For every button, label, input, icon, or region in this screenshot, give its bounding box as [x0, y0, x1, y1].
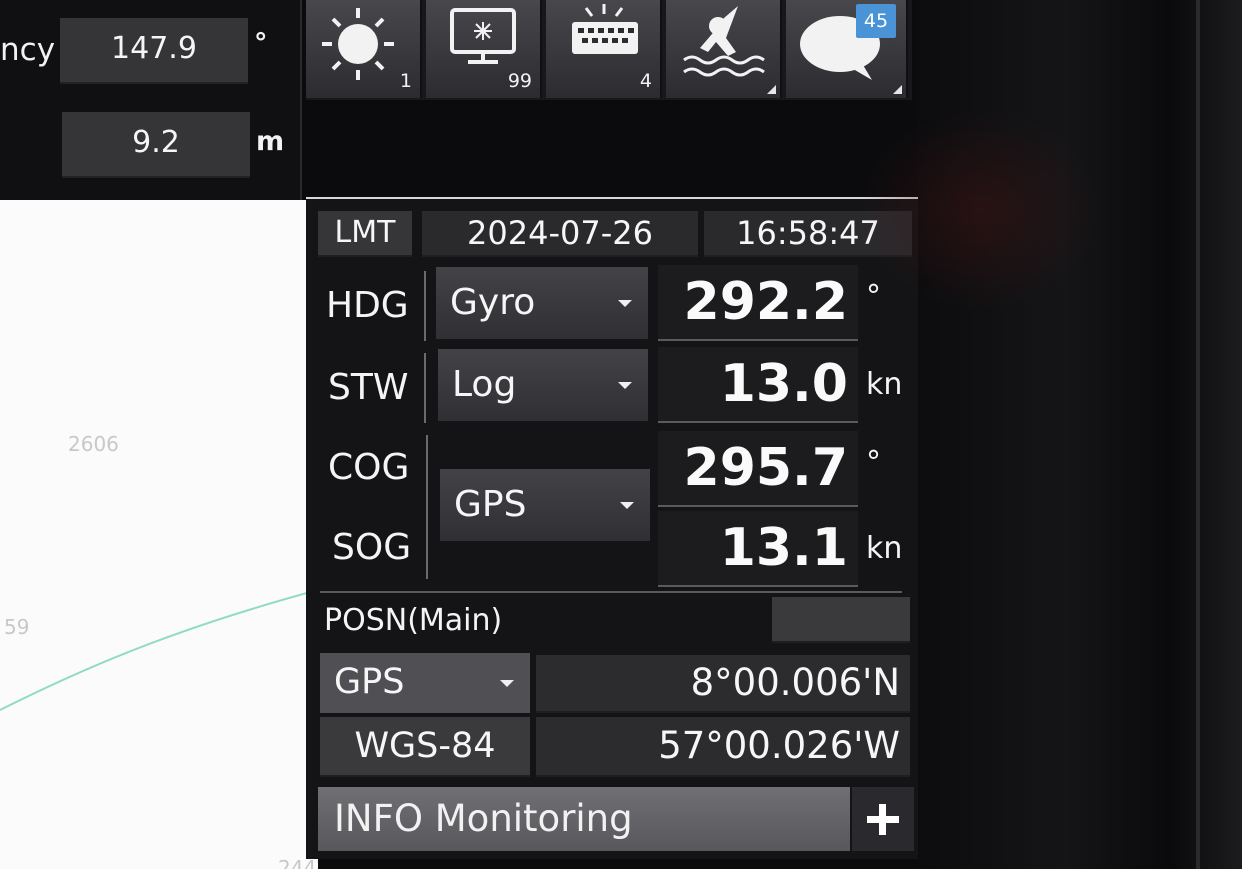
readout-label: ncy [0, 32, 56, 68]
chart-area[interactable]: 2606 59 2442 [0, 200, 318, 869]
man-overboard-button[interactable] [666, 0, 782, 98]
corner-indicator [893, 85, 902, 94]
corner-indicator [767, 85, 776, 94]
position-source-value: GPS [334, 662, 405, 702]
chevron-down-icon [620, 502, 634, 509]
position-source-dropdown[interactable]: GPS [320, 653, 530, 713]
sog-unit: kn [866, 531, 903, 566]
brightness-count: 1 [399, 70, 412, 92]
messages-button[interactable]: 45 [786, 0, 908, 98]
depth-label: 2606 [68, 432, 119, 456]
stw-label: STW [328, 367, 409, 408]
chevron-down-icon [500, 680, 514, 687]
chevron-down-icon [618, 300, 632, 307]
chevron-down-icon [618, 382, 632, 389]
display-button[interactable]: 99 [426, 0, 542, 98]
bezel-reflection [860, 110, 1100, 310]
depth-unit: m [256, 126, 285, 157]
hdg-source-value: Gyro [450, 282, 536, 323]
longitude-value: 57°00.026'W [536, 717, 910, 777]
latitude-value: 8°00.006'N [536, 655, 910, 713]
brightness-button[interactable]: 1 [306, 0, 422, 98]
hdg-source-dropdown[interactable]: Gyro [436, 267, 648, 339]
sog-label: SOG [332, 527, 412, 568]
stw-value: 13.0 [658, 347, 858, 423]
info-monitoring-bar[interactable]: INFO Monitoring [318, 787, 850, 851]
cog-sog-source-value: GPS [454, 484, 527, 525]
chart-canvas [0, 589, 318, 711]
stw-source-value: Log [452, 364, 517, 405]
depth-value[interactable]: 9.2 [62, 112, 250, 178]
hdg-value: 292.2 [658, 265, 858, 341]
sog-value: 13.1 [658, 511, 858, 587]
bezel-edge [1196, 0, 1200, 869]
message-count-badge: 45 [856, 4, 896, 38]
separator [426, 435, 428, 579]
toolbar: 1 99 4 45 [306, 0, 912, 100]
cog-label: COG [328, 447, 410, 488]
keyboard-light-button[interactable]: 4 [546, 0, 662, 98]
datum-display[interactable]: WGS-84 [320, 717, 530, 777]
position-title: POSN(Main) [324, 603, 503, 638]
separator [424, 353, 426, 423]
navigation-panel: LMT 2024-07-26 16:58:47 HDG Gyro 292.2 °… [306, 197, 918, 859]
readout-unit: ° [254, 28, 268, 59]
expand-button[interactable] [852, 787, 914, 851]
readout-value[interactable]: 147.9 [60, 18, 248, 84]
readout-panel: ncy 147.9 ° 9.2 m [0, 0, 302, 200]
separator [424, 271, 426, 341]
cog-value: 295.7 [658, 431, 858, 507]
track-line [0, 589, 318, 711]
position-status-box[interactable] [772, 597, 910, 643]
time-mode[interactable]: LMT [318, 211, 412, 257]
display-count: 99 [507, 70, 532, 92]
cog-unit: ° [866, 445, 881, 480]
cog-sog-source-dropdown[interactable]: GPS [440, 469, 650, 541]
divider [320, 591, 902, 593]
hdg-label: HDG [326, 285, 409, 326]
man-overboard-icon [683, 6, 765, 77]
keyboard-light-count: 4 [639, 70, 652, 92]
depth-label: 59 [4, 615, 30, 639]
stw-unit: kn [866, 367, 903, 402]
stw-source-dropdown[interactable]: Log [438, 349, 648, 421]
date-display: 2024-07-26 [422, 211, 698, 257]
